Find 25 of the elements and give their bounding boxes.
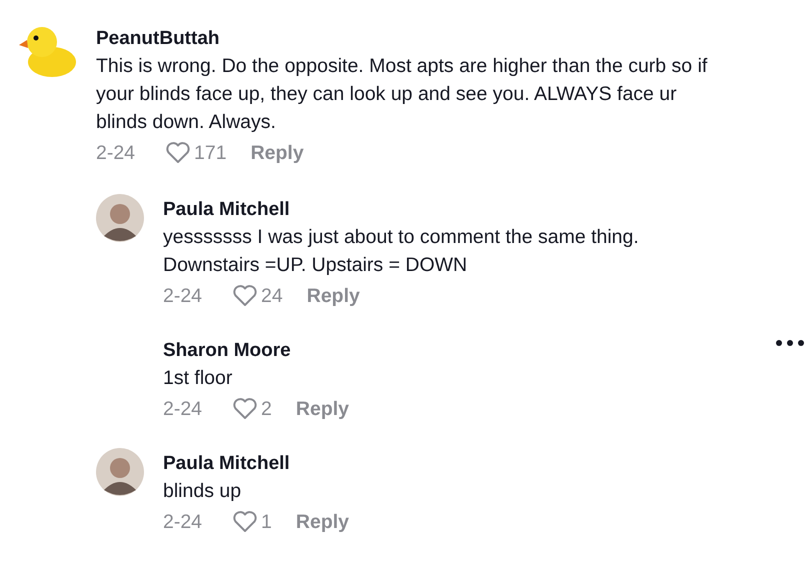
author-name: PeanutButtah <box>96 27 220 51</box>
author-name: Paula Mitchell <box>163 198 291 222</box>
author-name: Sharon Moore <box>163 339 292 363</box>
heart-icon[interactable] <box>165 141 192 165</box>
heart-icon[interactable] <box>232 284 258 308</box>
reply-button[interactable]: Reply <box>296 510 349 534</box>
more-icon[interactable] <box>775 339 805 347</box>
heart-icon[interactable] <box>232 397 258 421</box>
like-count: 2 <box>261 398 272 420</box>
comment-text: blinds up <box>163 479 242 504</box>
like-count: 24 <box>261 284 283 308</box>
comment-date: 2-24 <box>96 142 136 164</box>
comment-text: This is wrong. Do the opposite. Most apts are higher than the curb so if your blinds face up, they can look up and see you. ALWAYS face ur blinds down. Always. <box>96 54 708 135</box>
reply-button[interactable]: Reply <box>306 284 360 308</box>
reply-button[interactable]: Reply <box>296 398 349 420</box>
comment-date: 2-24 <box>163 398 202 420</box>
reply-button[interactable]: Reply <box>250 142 304 164</box>
comment-date: 2-24 <box>163 510 202 534</box>
comment-text: 1st floor <box>163 366 234 391</box>
comment-date: 2-24 <box>163 284 202 308</box>
author-name: Paula Mitchell <box>163 452 291 476</box>
comment-text: yesssssss I was just about to comment the same thing. Downstairs =UP. Upstairs = DOWN <box>163 225 639 278</box>
like-count: 171 <box>194 142 227 164</box>
like-count: 1 <box>261 510 272 534</box>
heart-icon[interactable] <box>232 510 258 534</box>
